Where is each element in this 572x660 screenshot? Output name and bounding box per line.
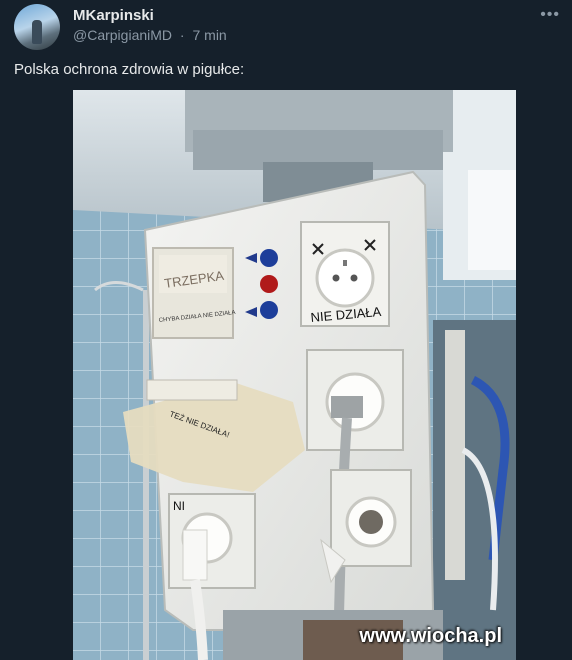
tweet: MKarpinski @CarpigianiMD · 7 min ••• Pol…: [0, 0, 572, 660]
more-icon[interactable]: •••: [540, 6, 560, 24]
author-name[interactable]: MKarpinski: [73, 7, 154, 24]
meta-separator: ·: [179, 27, 185, 43]
author-handle[interactable]: @CarpigianiMD: [73, 27, 172, 43]
media-gutter-right: [516, 90, 572, 660]
tweet-time[interactable]: 7 min: [192, 27, 226, 43]
tweet-text: Polska ochrona zdrowia w pigułce:: [14, 61, 245, 78]
media-gutter-left: [0, 90, 73, 660]
avatar[interactable]: [14, 4, 60, 50]
socket-label-bottom: NI: [173, 499, 185, 513]
tweet-photo[interactable]: TRZEPKA CHYBA DZIAŁA NIE DZIAŁA NIE DZIA…: [73, 90, 516, 660]
author-meta: @CarpigianiMD · 7 min: [73, 27, 231, 43]
watermark: www.wiocha.pl: [359, 625, 502, 647]
